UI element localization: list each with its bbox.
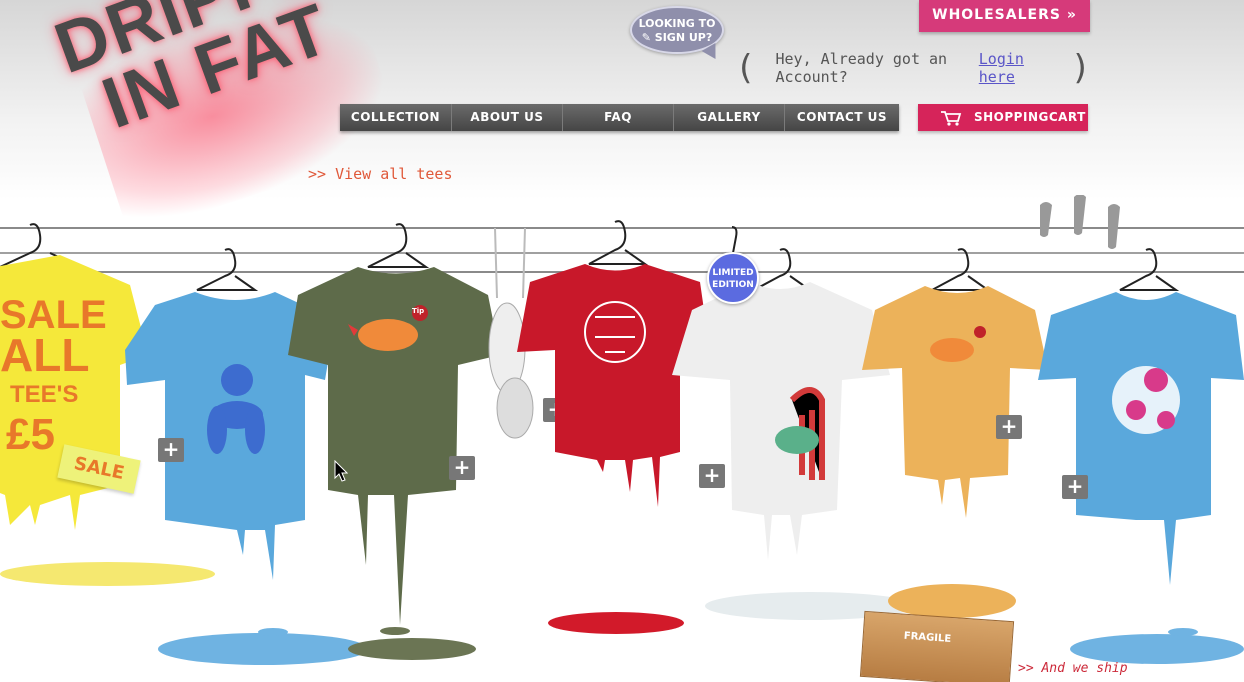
- left-paren: (: [735, 48, 756, 88]
- wholesalers-label: WHOLESALERS: [932, 7, 1061, 23]
- limited-hanger-string: [731, 226, 738, 254]
- cart-icon: [941, 110, 962, 126]
- view-all-tees-link[interactable]: >> View all tees: [308, 165, 453, 183]
- tshirt-mustard-bird[interactable]: [860, 248, 1050, 525]
- tshirt-white-limited[interactable]: [672, 248, 892, 570]
- sale-line3: TEE'S: [10, 381, 79, 408]
- nav-item-contact-us[interactable]: CONTACT US: [785, 104, 899, 131]
- birds-decoration: [1040, 195, 1120, 249]
- view-all-label: View all tees: [335, 165, 453, 183]
- nav-item-faq[interactable]: FAQ: [563, 104, 674, 131]
- blue-puddle: [1070, 634, 1244, 664]
- sale-text: SALE ALL TEE'S £5: [0, 295, 107, 459]
- mouse-cursor-icon: [334, 460, 348, 482]
- signup-line2-text: SIGN UP?: [654, 31, 713, 44]
- right-paren: ): [1070, 48, 1091, 88]
- account-message: Hey, Already got an Account?: [775, 50, 948, 86]
- add-to-cart-plus-button[interactable]: +: [699, 464, 725, 488]
- double-arrow-icon: >>: [308, 165, 327, 183]
- nav-item-gallery[interactable]: GALLERY: [674, 104, 785, 131]
- add-to-cart-plus-button[interactable]: +: [1062, 475, 1088, 499]
- blue-puddle-drop: [1168, 628, 1198, 636]
- limited-edition-badge: LIMITED EDITION: [707, 252, 759, 304]
- account-prompt: ( Hey, Already got an Account? Login her…: [735, 48, 1091, 88]
- wholesalers-button[interactable]: WHOLESALERS »: [919, 0, 1090, 32]
- limited-line1: LIMITED: [712, 268, 754, 278]
- pencil-icon: ✎: [641, 31, 651, 44]
- shirt-tag-text: Tip: [412, 307, 425, 315]
- signup-line1: LOOKING TO: [638, 17, 716, 30]
- cart-label: SHOPPINGCART: [974, 110, 1086, 124]
- tshirt-blue-floral[interactable]: [1036, 248, 1244, 590]
- add-to-cart-plus-button[interactable]: +: [449, 456, 475, 480]
- signup-bubble[interactable]: LOOKING TO ✎ SIGN UP?: [630, 6, 724, 64]
- shipping-box: FRAGILE: [859, 610, 1015, 682]
- bubble-tail: [701, 42, 723, 64]
- add-to-cart-plus-button[interactable]: +: [158, 438, 184, 462]
- limited-line2: EDITION: [712, 280, 754, 290]
- nav-item-collection[interactable]: COLLECTION: [340, 104, 452, 131]
- main-nav: COLLECTION ABOUT US FAQ GALLERY CONTACT …: [340, 104, 899, 131]
- signup-line2: ✎ SIGN UP?: [632, 31, 722, 45]
- fragile-label: FRAGILE: [903, 630, 952, 645]
- red-puddle: [548, 612, 684, 634]
- we-ship-link[interactable]: >> And we ship: [1018, 661, 1128, 676]
- nav-item-about-us[interactable]: ABOUT US: [452, 104, 563, 131]
- add-to-cart-plus-button[interactable]: +: [996, 415, 1022, 439]
- double-chevron-icon: »: [1066, 7, 1077, 23]
- sale-line4: £5: [6, 410, 55, 459]
- tshirt-olive-bird[interactable]: [288, 223, 503, 645]
- login-link[interactable]: Login here: [979, 50, 1049, 86]
- shoppingcart-button[interactable]: SHOPPINGCART: [918, 104, 1088, 131]
- blue-puddle-drop: [258, 628, 288, 636]
- sale-line2: ALL: [0, 329, 90, 381]
